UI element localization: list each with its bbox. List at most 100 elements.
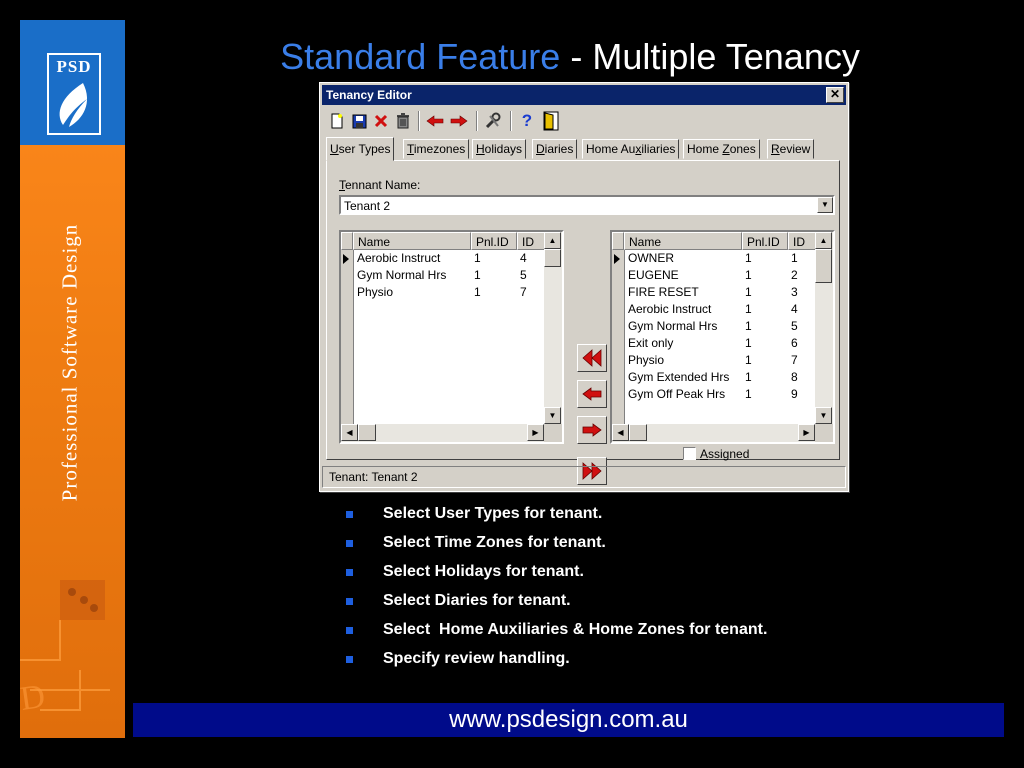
move-right-button[interactable]	[577, 416, 607, 444]
tenant-name-select[interactable]: Tenant 2 ▼	[339, 195, 835, 215]
scroll-left-button[interactable]: ◀	[612, 424, 629, 441]
move-all-left-button[interactable]	[577, 344, 607, 372]
save-button[interactable]	[348, 109, 370, 133]
scroll-left-button[interactable]: ◀	[341, 424, 358, 441]
table-row[interactable]: Physio 1 7	[612, 352, 815, 369]
arrow-right-icon	[582, 423, 602, 437]
column-header-name[interactable]: Name	[353, 232, 471, 250]
bullet-item: Select Home Auxiliaries & Home Zones for…	[343, 620, 943, 649]
tenant-name-label: Tennant Name:	[339, 178, 421, 192]
vertical-scrollbar[interactable]: ▲ ▼	[544, 232, 562, 424]
table-row[interactable]: Aerobic Instruct 1 4	[612, 301, 815, 318]
save-icon	[352, 114, 366, 128]
tab-holidays[interactable]: Holidays	[472, 139, 527, 159]
scroll-thumb[interactable]	[544, 249, 561, 267]
tab-review[interactable]: Review	[767, 139, 815, 159]
horizontal-scrollbar[interactable]: ◀ ▶	[341, 424, 544, 442]
bullet-square-icon	[346, 569, 353, 576]
toolbar-separator	[476, 111, 478, 131]
toolbar-separator	[418, 111, 420, 131]
previous-button[interactable]	[424, 109, 446, 133]
table-row[interactable]: Physio 1 7	[341, 284, 544, 301]
feature-bullet-list: Select User Types for tenant. Select Tim…	[343, 504, 943, 678]
toolbar-separator	[510, 111, 512, 131]
psd-logo: PSD	[47, 53, 101, 135]
scroll-down-button[interactable]: ▼	[815, 407, 832, 424]
user-types-panel: Tennant Name: Tenant 2 ▼ Name Pnl.ID ID …	[326, 160, 840, 485]
tools-icon	[485, 112, 501, 129]
table-row[interactable]: Gym Extended Hrs 1 8	[612, 369, 815, 386]
column-header-pnlid[interactable]: Pnl.ID	[742, 232, 788, 250]
bullet-item: Select Holidays for tenant.	[343, 562, 943, 591]
close-button[interactable]: ✕	[826, 87, 844, 103]
window-titlebar[interactable]: Tenancy Editor ✕	[322, 85, 846, 105]
exit-button[interactable]	[540, 109, 562, 133]
column-header-pnlid[interactable]: Pnl.ID	[471, 232, 517, 250]
trash-icon	[397, 113, 409, 129]
footer-bar: www.psdesign.com.au	[133, 703, 1004, 737]
scroll-right-button[interactable]: ▶	[798, 424, 815, 441]
vertical-scrollbar[interactable]: ▲ ▼	[815, 232, 833, 424]
chevron-down-icon: ▼	[821, 200, 829, 209]
bullet-square-icon	[346, 627, 353, 634]
arrow-left-icon: ◀	[346, 428, 353, 437]
dropdown-button[interactable]: ▼	[817, 197, 833, 213]
arrow-up-icon: ▲	[548, 236, 557, 245]
scroll-up-button[interactable]: ▲	[815, 232, 832, 249]
title-separator: -	[570, 36, 583, 77]
available-user-types-grid[interactable]: Name Pnl.ID ID OWNER 1 1 EUGENE 1 2 FIRE…	[610, 230, 835, 444]
table-row[interactable]: Gym Off Peak Hrs 1 9	[612, 386, 815, 403]
scroll-up-button[interactable]: ▲	[544, 232, 561, 249]
logo-text: PSD	[56, 57, 92, 76]
current-row-indicator-icon	[614, 254, 620, 264]
grid-header: Name Pnl.ID ID	[341, 232, 548, 250]
window-title: Tenancy Editor	[326, 88, 412, 102]
column-header-name[interactable]: Name	[624, 232, 742, 250]
bullet-square-icon	[346, 598, 353, 605]
tab-user-types[interactable]: User Types	[326, 137, 395, 161]
bullet-square-icon	[346, 656, 353, 663]
new-button[interactable]	[326, 109, 348, 133]
trash-button[interactable]	[392, 109, 414, 133]
table-row[interactable]: OWNER 1 1	[612, 250, 815, 267]
next-button[interactable]	[448, 109, 470, 133]
tab-diaries[interactable]: Diaries	[532, 139, 578, 159]
horizontal-scrollbar[interactable]: ◀ ▶	[612, 424, 815, 442]
checkbox-box[interactable]	[683, 447, 696, 460]
previous-arrow-icon	[426, 115, 444, 127]
arrow-down-icon: ▼	[819, 411, 828, 420]
bullet-item: Select Time Zones for tenant.	[343, 533, 943, 562]
exit-door-icon	[543, 111, 559, 131]
bullet-square-icon	[346, 511, 353, 518]
table-row[interactable]: Gym Normal Hrs 1 5	[612, 318, 815, 335]
assigned-user-types-grid[interactable]: Name Pnl.ID ID Aerobic Instruct 1 4 Gym …	[339, 230, 564, 444]
table-row[interactable]: Gym Normal Hrs 1 5	[341, 267, 544, 284]
current-row-indicator-icon	[343, 254, 349, 264]
sidebar-vertical-text: Professional Software Design	[57, 223, 82, 502]
tab-home-auxiliaries[interactable]: Home Auxiliaries	[582, 139, 680, 159]
scroll-thumb[interactable]	[815, 249, 832, 283]
tools-button[interactable]	[482, 109, 504, 133]
tab-home-zones[interactable]: Home Zones	[683, 139, 760, 159]
tenancy-editor-window: Tenancy Editor ✕ ? User Types Timezones …	[319, 82, 849, 492]
sidebar-banner: PSD Professional Software Design D	[20, 20, 125, 738]
table-row[interactable]: EUGENE 1 2	[612, 267, 815, 284]
help-icon: ?	[521, 111, 533, 130]
help-button[interactable]: ?	[516, 109, 538, 133]
table-row[interactable]: FIRE RESET 1 3	[612, 284, 815, 301]
tab-timezones[interactable]: Timezones	[403, 139, 470, 159]
scroll-right-button[interactable]: ▶	[527, 424, 544, 441]
delete-button[interactable]	[370, 109, 392, 133]
scroll-thumb[interactable]	[629, 424, 647, 441]
table-row[interactable]: Aerobic Instruct 1 4	[341, 250, 544, 267]
tab-strip: User Types Timezones Holidays Diaries Ho…	[326, 137, 846, 161]
svg-text:D: D	[20, 678, 47, 718]
logo-block: PSD	[20, 20, 125, 145]
move-left-button[interactable]	[577, 380, 607, 408]
scroll-down-button[interactable]: ▼	[544, 407, 561, 424]
table-row[interactable]: Exit only 1 6	[612, 335, 815, 352]
next-arrow-icon	[450, 115, 468, 127]
assigned-checkbox[interactable]: Assigned	[683, 447, 749, 461]
scroll-thumb[interactable]	[358, 424, 376, 441]
footer-url[interactable]: www.psdesign.com.au	[133, 706, 1004, 734]
